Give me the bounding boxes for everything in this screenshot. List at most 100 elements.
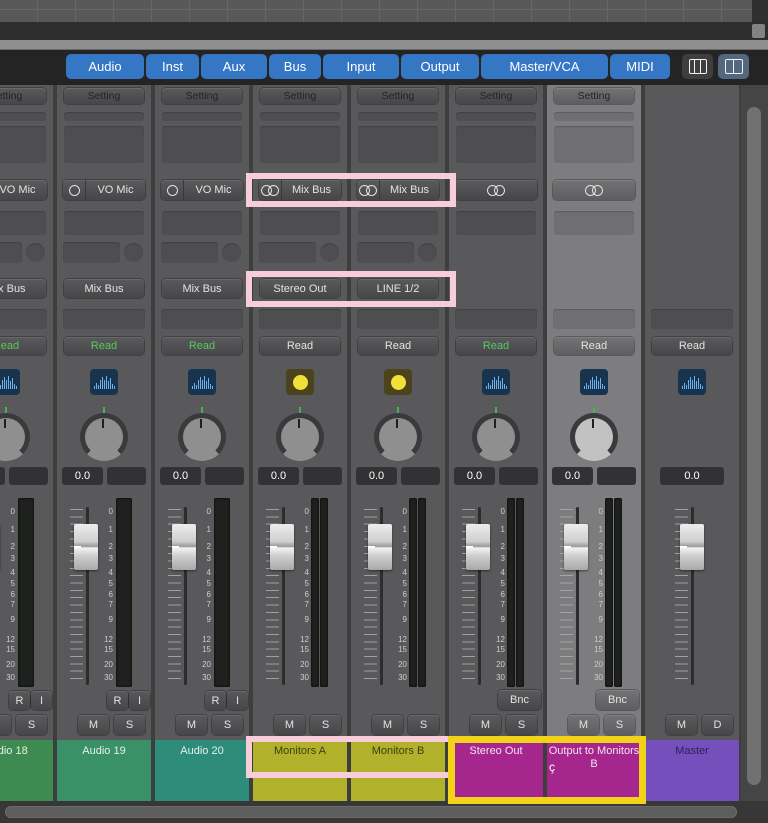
input-slot-button[interactable]: VO Mic [63, 180, 145, 200]
eq-display-slot[interactable] [554, 126, 634, 163]
input-monitor-button[interactable]: I [129, 691, 150, 710]
volume-value-box[interactable]: 0.0 [356, 467, 397, 485]
record-arm-button[interactable]: R [205, 691, 226, 710]
gain-reduction-slot[interactable] [0, 112, 46, 121]
channel-name-plate[interactable]: Audio 18 [0, 740, 53, 801]
eq-display-slot[interactable] [456, 126, 536, 163]
timer-icon[interactable] [286, 369, 314, 395]
channel-strip-audio-20[interactable]: SettingVO MicMix BusRead0.00123456791215… [155, 85, 249, 801]
mute-button[interactable]: M [568, 715, 599, 735]
group-slot[interactable] [357, 309, 439, 329]
mute-button[interactable]: M [176, 715, 207, 735]
group-slot[interactable] [455, 309, 537, 329]
record-arm-button[interactable]: R [107, 691, 128, 710]
audio-fx-slot[interactable] [64, 211, 144, 235]
mute-button[interactable]: M [470, 715, 501, 735]
pan-knob[interactable] [80, 413, 128, 461]
input-slot-button[interactable] [455, 180, 537, 200]
send-level-knob[interactable] [26, 243, 45, 262]
input-slot-button[interactable]: VO Mic [161, 180, 243, 200]
send-slot[interactable] [259, 242, 316, 263]
fader-cap[interactable] [680, 524, 704, 570]
audio-fx-slot[interactable] [260, 211, 340, 235]
channel-name-plate[interactable]: Output to Monitors Bç [547, 740, 641, 801]
channel-strip-master[interactable]: Read0.0MDMaster [645, 85, 739, 801]
eq-display-slot[interactable] [260, 126, 340, 163]
filter-button-bus[interactable]: Bus [269, 54, 321, 79]
solo-button[interactable]: S [604, 715, 635, 735]
eq-display-slot[interactable] [0, 126, 46, 163]
send-level-knob[interactable] [124, 243, 143, 262]
solo-button[interactable]: S [310, 715, 341, 735]
send-slot[interactable] [63, 242, 120, 263]
gain-value-box[interactable] [499, 467, 538, 485]
volume-value-box[interactable]: 0.0 [0, 467, 5, 485]
channel-setting-button[interactable]: Setting [64, 88, 144, 104]
automation-mode-button[interactable]: Read [554, 337, 634, 355]
dual-view-button[interactable] [718, 54, 749, 79]
group-slot[interactable] [0, 309, 47, 329]
audio-fx-slot[interactable] [162, 211, 242, 235]
volume-value-box[interactable]: 0.0 [160, 467, 201, 485]
filter-button-input[interactable]: Input [323, 54, 399, 79]
gain-reduction-slot[interactable] [260, 112, 340, 121]
channel-strip-audio-19[interactable]: SettingVO MicMix BusRead0.00123456791215… [57, 85, 151, 801]
channel-name-plate[interactable]: Audio 19 [57, 740, 151, 801]
group-slot[interactable] [259, 309, 341, 329]
send-slot[interactable] [0, 242, 22, 263]
solo-button[interactable]: S [16, 715, 47, 735]
volume-value-box[interactable]: 0.0 [660, 467, 724, 485]
channel-name-plate[interactable]: Monitors B [351, 740, 445, 801]
eq-display-slot[interactable] [358, 126, 438, 163]
input-slot-button[interactable] [553, 180, 635, 200]
output-routing-button[interactable]: Mix Bus [64, 279, 144, 298]
gain-value-box[interactable] [205, 467, 244, 485]
output-routing-button[interactable]: Mix Bus [0, 279, 46, 298]
waveform-meter-icon[interactable] [0, 369, 20, 395]
group-slot[interactable] [63, 309, 145, 329]
timer-icon[interactable] [384, 369, 412, 395]
group-slot[interactable] [651, 309, 733, 329]
bounce-button[interactable]: Bnc [596, 690, 639, 710]
input-slot-button[interactable]: VO Mic [0, 180, 47, 200]
filter-button-mastervca[interactable]: Master/VCA [481, 54, 608, 79]
output-routing-button[interactable]: LINE 1/2 [358, 279, 438, 298]
channel-strip-output-to-monitors-b[interactable]: SettingRead0.001234567912152030BncMSOutp… [547, 85, 641, 801]
gain-reduction-slot[interactable] [162, 112, 242, 121]
channel-strip-monitors-b[interactable]: SettingMix BusLINE 1/2Read0.001234567912… [351, 85, 445, 801]
channel-name-plate[interactable]: Monitors A [253, 740, 347, 801]
dim-button[interactable]: D [702, 715, 733, 735]
waveform-meter-icon[interactable] [90, 369, 118, 395]
filter-button-aux[interactable]: Aux [201, 54, 267, 79]
mute-button[interactable]: M [666, 715, 697, 735]
send-level-knob[interactable] [418, 243, 437, 262]
output-routing-button[interactable]: Mix Bus [162, 279, 242, 298]
pan-knob[interactable] [0, 413, 30, 461]
channel-setting-button[interactable]: Setting [456, 88, 536, 104]
input-slot-button[interactable]: Mix Bus [357, 180, 439, 200]
mute-button[interactable]: M [0, 715, 11, 735]
gain-value-box[interactable] [107, 467, 146, 485]
automation-mode-button[interactable]: Read [162, 337, 242, 355]
volume-value-box[interactable]: 0.0 [454, 467, 495, 485]
audio-fx-slot[interactable] [456, 211, 536, 235]
solo-button[interactable]: S [506, 715, 537, 735]
filter-button-inst[interactable]: Inst [146, 54, 199, 79]
mute-button[interactable]: M [274, 715, 305, 735]
gain-reduction-slot[interactable] [64, 112, 144, 121]
horizontal-scrollbar-thumb[interactable] [5, 806, 737, 818]
gain-reduction-slot[interactable] [554, 112, 634, 121]
waveform-meter-icon[interactable] [482, 369, 510, 395]
record-arm-button[interactable]: R [9, 691, 30, 710]
group-slot[interactable] [553, 309, 635, 329]
pane-resize-handle[interactable] [752, 24, 765, 38]
waveform-meter-icon[interactable] [580, 369, 608, 395]
send-slot[interactable] [357, 242, 414, 263]
eq-display-slot[interactable] [64, 126, 144, 163]
channel-name-plate[interactable]: Master [645, 740, 739, 801]
mute-button[interactable]: M [78, 715, 109, 735]
gain-value-box[interactable] [401, 467, 440, 485]
filter-button-audio[interactable]: Audio [66, 54, 144, 79]
gain-reduction-slot[interactable] [456, 112, 536, 121]
pan-knob[interactable] [472, 413, 520, 461]
